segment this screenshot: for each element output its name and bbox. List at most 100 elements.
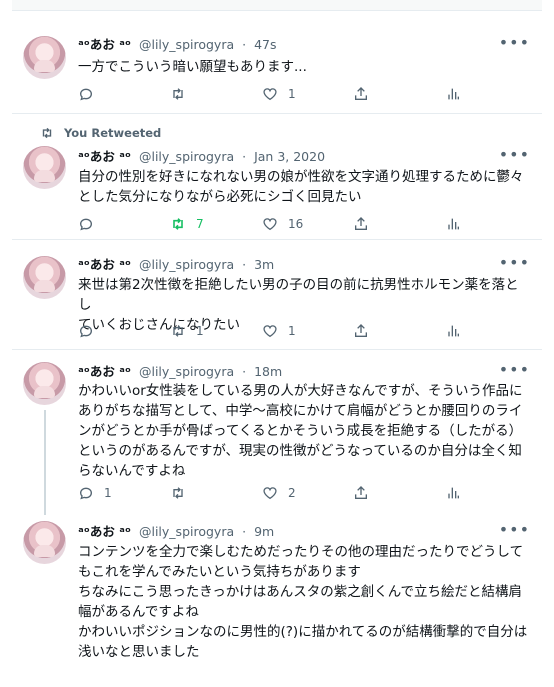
- display-name[interactable]: ᵃᵒあお ᵃᵒ: [78, 257, 131, 272]
- tweet-header: ᵃᵒあお ᵃᵒ @lily_spirogyra · 9m •••: [78, 522, 530, 541]
- retweet-button[interactable]: [170, 484, 196, 502]
- timestamp[interactable]: 47s: [254, 37, 276, 52]
- retweet-count: 1: [196, 324, 204, 338]
- handle[interactable]: @lily_spirogyra: [139, 149, 234, 164]
- reply-icon: [79, 218, 93, 231]
- tweet-line: かわいいポジションなのに男性的(?)に描かれてるのが結構衝撃的で自分は: [78, 624, 528, 640]
- share-icon: [355, 324, 367, 337]
- like-button[interactable]: 16: [262, 215, 303, 233]
- retweet-button[interactable]: 1: [170, 322, 204, 340]
- analytics-button[interactable]: [445, 85, 461, 103]
- retweet-button[interactable]: [170, 85, 196, 103]
- like-count: 1: [288, 324, 296, 338]
- retweet-icon: [173, 218, 183, 230]
- timestamp[interactable]: 3m: [254, 257, 274, 272]
- tweet-actions: 1 2: [78, 484, 478, 502]
- tweet-line: ありがちな描写として、中学〜高校にかけて肩幅がどうとか腰回りのライ: [78, 403, 523, 419]
- tweet-text: 一方でこういう暗い願望もあります...: [78, 57, 532, 77]
- tweet-actions: 1 1: [78, 322, 478, 340]
- handle[interactable]: @lily_spirogyra: [139, 37, 234, 52]
- share-button[interactable]: [353, 215, 369, 233]
- separator: ·: [242, 524, 247, 539]
- like-count: 2: [288, 486, 296, 500]
- display-name[interactable]: ᵃᵒあお ᵃᵒ: [78, 149, 131, 164]
- like-button[interactable]: 1: [262, 85, 296, 103]
- timeline-top-strip: [12, 0, 542, 11]
- tweet[interactable]: ᵃᵒあお ᵃᵒ @lily_spirogyra · 47s ••• 一方でこうい…: [12, 12, 542, 114]
- tweet-header: ᵃᵒあお ᵃᵒ @lily_spirogyra · 18m •••: [78, 362, 530, 381]
- tweet-line: 幅があるんですよね: [78, 604, 199, 620]
- more-icon[interactable]: •••: [499, 522, 530, 538]
- timeline: ᵃᵒあお ᵃᵒ @lily_spirogyra · 47s ••• 一方でこうい…: [0, 0, 554, 687]
- thread-connector: [44, 410, 46, 515]
- analytics-button[interactable]: [445, 484, 461, 502]
- heart-icon: [263, 487, 277, 500]
- handle[interactable]: @lily_spirogyra: [139, 524, 234, 539]
- retweet-button[interactable]: 7: [170, 215, 204, 233]
- like-count: 16: [288, 217, 304, 231]
- reply-icon: [79, 487, 93, 500]
- tweet-line: かわいいor女性装をしている男の人が大好きなんですが、そういう作品に: [78, 383, 523, 399]
- handle[interactable]: @lily_spirogyra: [139, 257, 234, 272]
- display-name[interactable]: ᵃᵒあお ᵃᵒ: [78, 37, 131, 52]
- share-icon: [355, 87, 367, 100]
- analytics-button[interactable]: [445, 322, 461, 340]
- avatar[interactable]: [23, 362, 66, 405]
- tweet-actions: 1: [78, 85, 478, 103]
- reply-button[interactable]: [78, 215, 104, 233]
- separator: ·: [242, 257, 247, 272]
- tweet-text: 自分の性別を好きになれない男の娘が性欲を文字通り処理するために鬱々 とした気分に…: [78, 167, 532, 207]
- retweet-icon: [173, 88, 183, 100]
- tweet-line: ちなみにこう思ったきっかけはあんスタの紫之創くんで立ち絵だと結構肩: [78, 584, 523, 600]
- timestamp[interactable]: 18m: [254, 364, 282, 379]
- retweet-icon: [173, 487, 183, 499]
- tweet-actions: 7 16: [78, 215, 478, 233]
- avatar[interactable]: [23, 146, 66, 189]
- like-count: 1: [288, 87, 296, 101]
- tweet-line: コンテンツを全力で楽しむためだったりその他の理由だったりでどうして: [78, 544, 524, 560]
- avatar[interactable]: [23, 521, 66, 564]
- more-icon[interactable]: •••: [499, 147, 530, 163]
- handle[interactable]: @lily_spirogyra: [139, 364, 234, 379]
- like-button[interactable]: 1: [262, 322, 296, 340]
- share-icon: [355, 486, 367, 499]
- display-name[interactable]: ᵃᵒあお ᵃᵒ: [78, 524, 131, 539]
- analytics-icon: [448, 218, 459, 230]
- tweet[interactable]: ᵃᵒあお ᵃᵒ @lily_spirogyra · Jan 3, 2020 ••…: [12, 114, 542, 240]
- like-button[interactable]: 2: [262, 484, 296, 502]
- tweet-line: ンがどうとか手が骨ばってくるとかそういう成長を拒絶する（したがる）: [78, 423, 523, 439]
- tweet[interactable]: ᵃᵒあお ᵃᵒ @lily_spirogyra · 18m ••• かわいいor…: [12, 350, 542, 515]
- reply-icon: [79, 325, 93, 338]
- reply-button[interactable]: 1: [78, 484, 112, 502]
- tweet-line: とした気分になりながら必死にシゴく回見たい: [78, 189, 362, 205]
- timestamp[interactable]: Jan 3, 2020: [254, 149, 325, 164]
- more-icon[interactable]: •••: [499, 35, 530, 51]
- reply-button[interactable]: [78, 322, 104, 340]
- retweet-icon: [173, 325, 183, 337]
- share-button[interactable]: [353, 484, 369, 502]
- tweet-line: 自分の性別を好きになれない男の娘が性欲を文字通り処理するために鬱々: [78, 169, 524, 185]
- tweet-line: もこれを学んでみたいという気持ちがあります: [78, 564, 361, 580]
- analytics-button[interactable]: [445, 215, 461, 233]
- display-name[interactable]: ᵃᵒあお ᵃᵒ: [78, 364, 131, 379]
- retweet-count: 7: [196, 217, 204, 231]
- heart-icon: [263, 325, 277, 338]
- tweet-header: ᵃᵒあお ᵃᵒ @lily_spirogyra · Jan 3, 2020 ••…: [78, 147, 530, 166]
- tweet[interactable]: ᵃᵒあお ᵃᵒ @lily_spirogyra · 3m ••• 来世は第2次性…: [12, 240, 542, 350]
- tweet-text: かわいいor女性装をしている男の人が大好きなんですが、そういう作品に ありがちな…: [78, 381, 532, 481]
- more-icon[interactable]: •••: [499, 255, 530, 271]
- avatar[interactable]: [23, 36, 66, 79]
- timestamp[interactable]: 9m: [254, 524, 274, 539]
- avatar[interactable]: [23, 256, 66, 299]
- share-button[interactable]: [353, 322, 369, 340]
- heart-icon: [263, 218, 277, 231]
- tweet-header: ᵃᵒあお ᵃᵒ @lily_spirogyra · 47s •••: [78, 35, 530, 54]
- more-icon[interactable]: •••: [499, 362, 530, 378]
- tweet[interactable]: ᵃᵒあお ᵃᵒ @lily_spirogyra · 9m ••• コンテンツを全…: [12, 515, 542, 687]
- reply-button[interactable]: [78, 85, 104, 103]
- share-button[interactable]: [353, 85, 369, 103]
- analytics-icon: [448, 325, 459, 337]
- analytics-icon: [448, 487, 459, 499]
- tweet-line: らないんですよね: [78, 463, 186, 479]
- tweet-line: 浅いなと思いました: [78, 644, 200, 660]
